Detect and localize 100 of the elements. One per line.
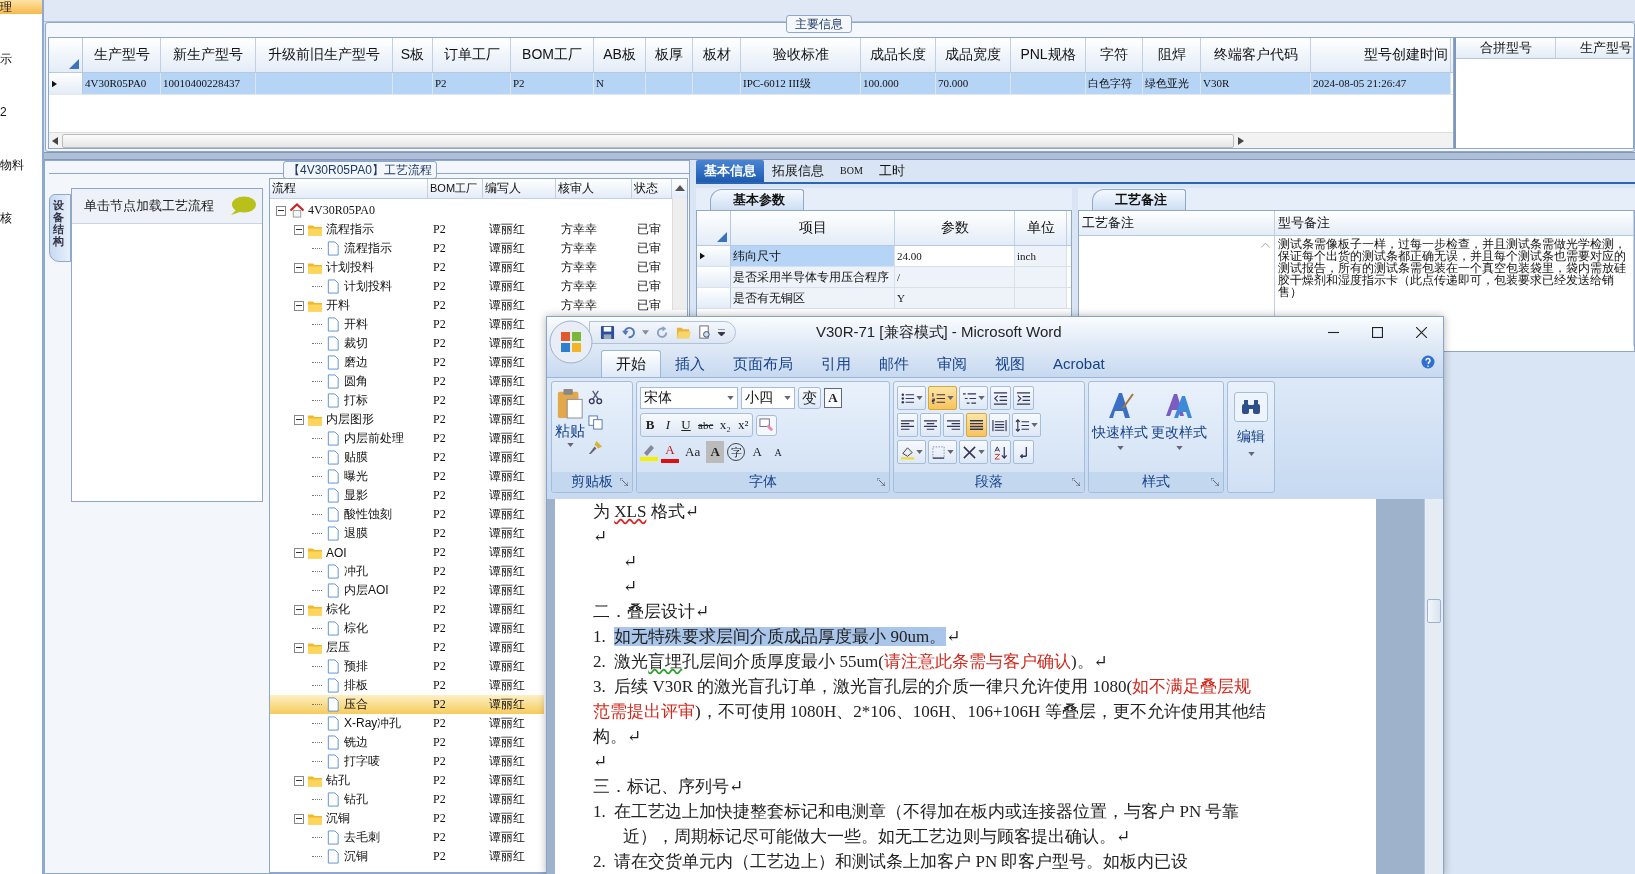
- shrink-font-button[interactable]: A: [769, 441, 788, 463]
- tree-row[interactable]: AOI P2 谭丽红: [270, 543, 544, 562]
- ribbon-tab[interactable]: 审阅: [923, 351, 981, 377]
- asian-layout-button[interactable]: [959, 440, 988, 464]
- column-header[interactable]: 字符: [1086, 38, 1143, 72]
- column-header[interactable]: BOM工厂: [428, 179, 483, 198]
- column-header[interactable]: 成品宽度: [936, 38, 1011, 72]
- ribbon-tab[interactable]: 页面布局: [719, 351, 807, 377]
- splitter-handle[interactable]: [44, 152, 1635, 160]
- tree-row[interactable]: 打字唛 P2 谭丽红: [270, 752, 544, 771]
- sidebar-item[interactable]: 示: [0, 48, 42, 101]
- align-right-button[interactable]: [943, 413, 964, 437]
- column-header[interactable]: 终端客户代码: [1201, 38, 1311, 72]
- sidebar-item[interactable]: 2: [0, 101, 42, 154]
- tree-row[interactable]: 4V30R05PA0: [270, 201, 544, 220]
- ribbon-tab[interactable]: 视图: [981, 351, 1039, 377]
- tree-row[interactable]: 层压 P2 谭丽红: [270, 638, 544, 657]
- dialog-launcher-icon[interactable]: [1211, 478, 1219, 486]
- sidebar-item[interactable]: 理: [0, 0, 42, 14]
- dialog-launcher-icon[interactable]: [877, 478, 885, 486]
- font-size-field[interactable]: 小四: [741, 387, 795, 409]
- column-header[interactable]: 型号备注: [1275, 211, 1634, 235]
- tree-row[interactable]: 钻孔 P2 谭丽红: [270, 790, 544, 809]
- tree-row[interactable]: 计划投料 P2 谭丽红 方幸幸 已审: [270, 258, 672, 277]
- collapse-toggle[interactable]: [294, 224, 304, 235]
- table-row[interactable]: 是否有无铜区 Y: [697, 288, 1071, 309]
- tab[interactable]: 基本信息: [696, 160, 764, 182]
- column-header[interactable]: 项目: [731, 211, 895, 245]
- phonetic-guide-button[interactable]: 变: [798, 387, 821, 409]
- tab[interactable]: BOM: [832, 160, 871, 182]
- tree-row[interactable]: 压合 P2 谭丽红: [270, 695, 544, 714]
- column-header[interactable]: 板材: [693, 38, 741, 72]
- superscript-button[interactable]: x²: [734, 414, 753, 436]
- scissors-icon[interactable]: [588, 390, 603, 405]
- highlighter-icon[interactable]: [640, 443, 658, 461]
- grow-font-button[interactable]: A: [748, 441, 767, 463]
- column-header[interactable]: 验收标准: [741, 38, 861, 72]
- tree-row[interactable]: X-Ray冲孔 P2 谭丽红: [270, 714, 544, 733]
- collapse-toggle[interactable]: [276, 205, 286, 216]
- column-header[interactable]: 状态: [632, 179, 672, 198]
- tree-row[interactable]: 预排 P2 谭丽红: [270, 657, 544, 676]
- edit-button[interactable]: 编辑: [1227, 381, 1275, 493]
- ribbon-tab[interactable]: 引用: [807, 351, 865, 377]
- column-header[interactable]: 单位: [1015, 211, 1067, 245]
- tree-row[interactable]: 内层前处理 P2 谭丽红: [270, 429, 544, 448]
- tree-row[interactable]: 打标 P2 谭丽红: [270, 391, 544, 410]
- tree-row[interactable]: 圆角 P2 谭丽红: [270, 372, 544, 391]
- change-styles-button[interactable]: 更改样式: [1151, 386, 1207, 468]
- line-spacing-button[interactable]: [1012, 413, 1041, 437]
- column-header[interactable]: PNL规格: [1011, 38, 1086, 72]
- tree-row[interactable]: 冲孔 P2 谭丽红: [270, 562, 544, 581]
- collapse-toggle[interactable]: [294, 775, 304, 786]
- table-row[interactable]: 4V30R05PA0 10010400228437 P2 P2 N IPC-6012 III级 100.000 70.000 白色字符 绿色亚光 V30R 2024-08-05 21:26:47: [49, 73, 1453, 95]
- panel-tab[interactable]: 工艺备注: [1092, 189, 1186, 210]
- clear-format-icon[interactable]: [756, 414, 778, 436]
- tree-row[interactable]: 内层图形 P2 谭丽红: [270, 410, 544, 429]
- collapse-toggle[interactable]: [294, 300, 304, 311]
- tree-row[interactable]: 流程指示 P2 谭丽红 方幸幸 已审: [270, 220, 672, 239]
- copy-icon[interactable]: [588, 415, 603, 430]
- italic-button[interactable]: I: [659, 414, 677, 436]
- ribbon-tab[interactable]: 插入: [661, 351, 719, 377]
- scroll-up-icon[interactable]: [675, 185, 685, 191]
- tree-row[interactable]: 开料 P2 谭丽红: [270, 315, 544, 334]
- vertical-tab[interactable]: 设备结构: [49, 194, 71, 262]
- tree-row[interactable]: 贴膜 P2 谭丽红: [270, 448, 544, 467]
- sidebar-item[interactable]: 核: [0, 207, 42, 260]
- save-icon[interactable]: [600, 324, 615, 340]
- caret-icon[interactable]: [642, 328, 649, 336]
- column-header[interactable]: 合拼型号: [1456, 38, 1556, 58]
- strikethrough-button[interactable]: abc: [695, 414, 717, 436]
- tab[interactable]: 拓展信息: [764, 160, 832, 182]
- column-header[interactable]: 生产型号: [1556, 38, 1633, 58]
- character-shading-button[interactable]: A: [706, 441, 725, 463]
- vertical-scrollbar[interactable]: [672, 198, 687, 310]
- print-preview-icon[interactable]: [697, 324, 712, 340]
- collapse-toggle[interactable]: [294, 813, 304, 824]
- column-header[interactable]: BOM工厂: [511, 38, 594, 72]
- tree-row[interactable]: 沉铜 P2 谭丽红: [270, 847, 544, 866]
- multilevel-list-button[interactable]: [959, 386, 988, 410]
- tree-row[interactable]: 开料 P2 谭丽红 方幸幸 已审: [270, 296, 672, 315]
- paintbrush-icon[interactable]: [588, 440, 603, 455]
- underline-button[interactable]: U: [677, 414, 695, 436]
- ribbon-tab[interactable]: Acrobat: [1039, 351, 1119, 377]
- font-name-field[interactable]: 宋体: [640, 387, 738, 409]
- tree-row[interactable]: 去毛刺 P2 谭丽红: [270, 828, 544, 847]
- vertical-scrollbar[interactable]: [1424, 499, 1443, 874]
- justify-button[interactable]: [966, 413, 987, 437]
- dialog-launcher-icon[interactable]: [620, 478, 628, 486]
- tree-row[interactable]: 流程指示 P2 谭丽红 方幸幸 已审: [270, 239, 672, 258]
- change-case-button[interactable]: Aa: [682, 441, 704, 463]
- tree-row[interactable]: 计划投料 P2 谭丽红 方幸幸 已审: [270, 277, 672, 296]
- collapse-toggle[interactable]: [294, 604, 304, 615]
- collapse-toggle[interactable]: [294, 642, 304, 653]
- table-row[interactable]: 纬向尺寸 24.00 inch: [697, 246, 1071, 267]
- sidebar-item[interactable]: 物料: [0, 154, 42, 207]
- scroll-right-icon[interactable]: [1238, 136, 1244, 145]
- tree-row[interactable]: 退膜 P2 谭丽红: [270, 524, 544, 543]
- quick-styles-button[interactable]: 快速样式: [1092, 386, 1148, 468]
- undo-icon[interactable]: [621, 324, 636, 340]
- column-header[interactable]: 编写人: [483, 179, 556, 198]
